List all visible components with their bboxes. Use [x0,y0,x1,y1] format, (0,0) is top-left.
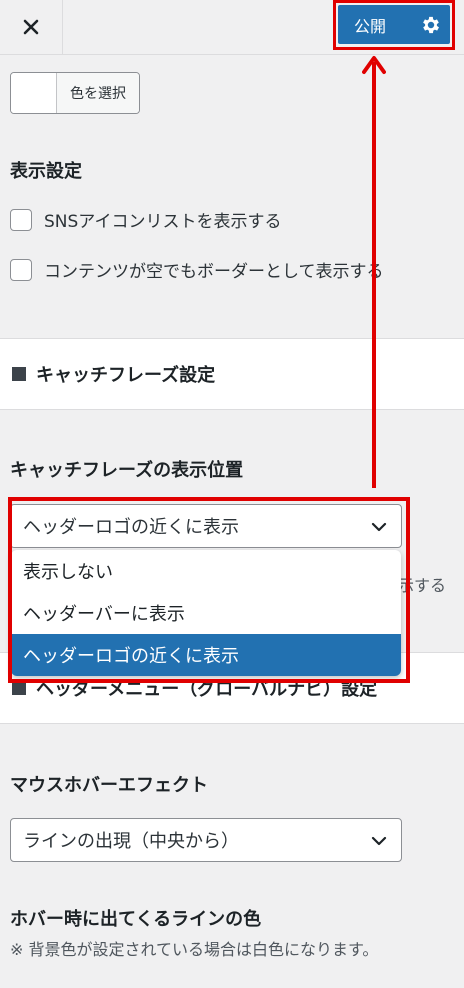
hover-line-color-label: ホバー時に出てくるラインの色 [10,909,262,930]
border-when-empty-label: コンテンツが空でもボーダーとして表示する [44,262,384,282]
sns-icon-list-option[interactable]: SNSアイコンリストを表示する [10,207,281,232]
select-color-button[interactable]: 色を選択 [10,72,140,114]
section-header-menu-title: ヘッダーメニュー（グローバルナビ）設定 [36,679,378,700]
color-swatch [11,73,57,113]
catchphrase-position-dropdown: 表示しない ヘッダーバーに表示 ヘッダーロゴの近くに表示 [11,550,401,676]
section-catchphrase[interactable]: キャッチフレーズ設定 [0,338,464,410]
publish-button-group: 公開 [338,5,450,44]
chevron-down-icon [371,836,387,846]
sns-icon-list-checkbox[interactable] [10,208,32,231]
section-catchphrase-title: キャッチフレーズ設定 [36,365,216,386]
square-bullet-icon [12,681,26,695]
close-button[interactable] [0,0,63,54]
select-color-label: 色を選択 [57,73,139,113]
mouse-hover-effect-label: マウスホバーエフェクト [10,775,208,796]
square-bullet-icon [12,367,26,381]
dropdown-option-near-logo[interactable]: ヘッダーロゴの近くに表示 [11,634,401,676]
display-settings-heading: 表示設定 [10,161,82,182]
dropdown-option-hide[interactable]: 表示しない [11,550,401,592]
catchphrase-position-selected: ヘッダーロゴの近くに表示 [23,517,239,538]
close-icon [23,19,39,35]
hover-line-color-note: ※ 背景色が設定されている場合は白色になります。 [10,940,379,959]
mouse-hover-effect-select[interactable]: ラインの出現（中央から） [10,818,402,862]
mouse-hover-effect-selected: ラインの出現（中央から） [23,831,239,852]
border-when-empty-option[interactable]: コンテンツが空でもボーダーとして表示する [10,257,384,282]
gear-icon[interactable] [420,14,442,36]
catchphrase-position-select[interactable]: ヘッダーロゴの近くに表示 [10,504,402,548]
catchphrase-position-label: キャッチフレーズの表示位置 [10,460,244,481]
border-when-empty-checkbox[interactable] [10,258,32,281]
dropdown-option-header-bar[interactable]: ヘッダーバーに表示 [11,592,401,634]
customizer-header: 公開 [0,0,464,55]
partially-hidden-text: 示する [398,576,447,595]
publish-button[interactable]: 公開 [338,13,416,37]
sns-icon-list-label: SNSアイコンリストを表示する [44,212,282,232]
chevron-down-icon [371,522,387,532]
